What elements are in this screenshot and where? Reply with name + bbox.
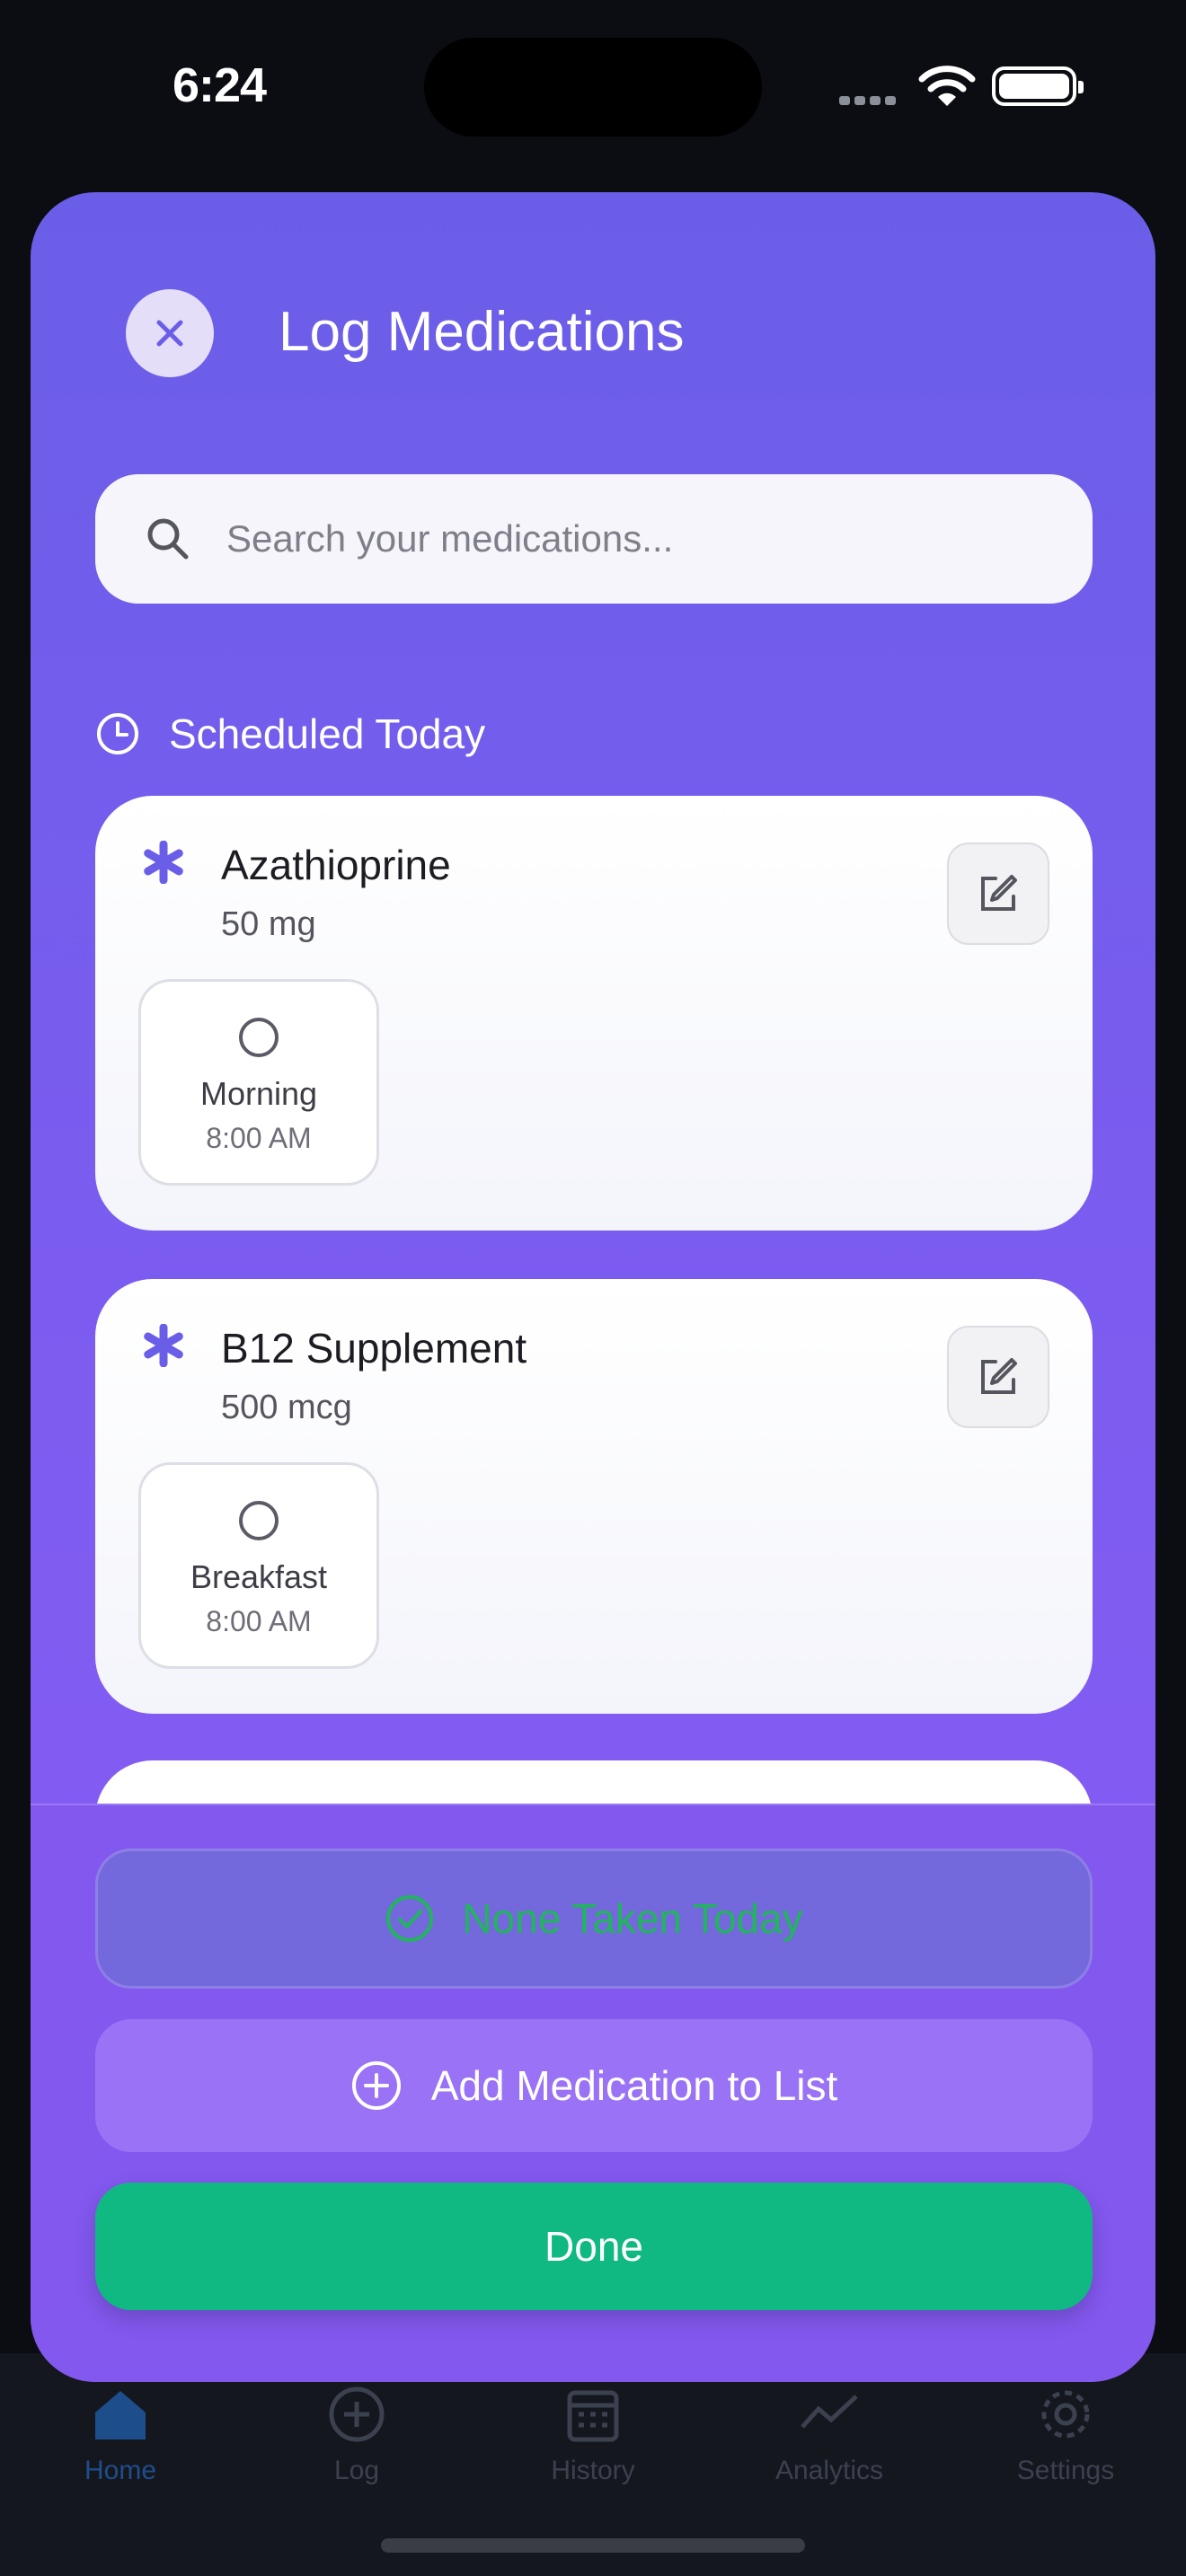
modal-title: Log Medications: [279, 301, 685, 363]
clock-icon: [97, 713, 138, 754]
edit-icon: [981, 1358, 1017, 1394]
medication-name: Azathioprine: [221, 842, 451, 888]
search-input[interactable]: [226, 517, 1035, 560]
untaken-radio-icon: [239, 1018, 279, 1057]
section-header: Scheduled Today: [95, 710, 485, 758]
wifi-icon: [918, 66, 976, 106]
button-label: None Taken Today: [462, 1895, 803, 1942]
cellular-signal-icon: [839, 93, 900, 110]
edit-icon: [981, 875, 1017, 911]
medical-asterisk-icon: [144, 1324, 183, 1367]
home-indicator: [381, 2538, 805, 2553]
battery-icon: [992, 66, 1084, 106]
status-time: 6:24: [173, 58, 267, 112]
plus-circle-icon: [351, 2061, 401, 2110]
search-bar: [95, 474, 1093, 604]
none-taken-today-button[interactable]: None Taken Today: [95, 1848, 1093, 1989]
search-icon: [147, 518, 189, 560]
dose-slot-morning[interactable]: Morning 8:00 AM: [138, 979, 379, 1186]
slot-time: 8:00 AM: [206, 1605, 312, 1637]
tab-home[interactable]: Home: [40, 2353, 201, 2576]
tab-label: Log: [333, 2456, 380, 2485]
section-title: Scheduled Today: [169, 710, 486, 757]
chart-line-icon: [801, 2395, 858, 2429]
gear-icon: [1041, 2390, 1090, 2439]
edit-medication-button[interactable]: [947, 842, 1049, 945]
edit-medication-button[interactable]: [947, 1326, 1049, 1428]
check-circle-icon: [386, 1895, 434, 1942]
close-icon: [156, 320, 183, 347]
tab-label: History: [551, 2456, 635, 2485]
dose-slot-breakfast[interactable]: Breakfast 8:00 AM: [138, 1462, 379, 1669]
button-label: Add Medication to List: [430, 2062, 838, 2109]
modal-footer: None Taken Today Add Medication to List …: [31, 1804, 1155, 2382]
close-button[interactable]: [126, 289, 214, 377]
dynamic-island: [424, 38, 762, 137]
medication-dose: 500 mcg: [221, 1389, 352, 1426]
plus-circle-icon: [329, 2386, 385, 2442]
done-button[interactable]: Done: [95, 2183, 1093, 2310]
add-medication-button[interactable]: Add Medication to List: [95, 2019, 1093, 2152]
log-medications-modal: Log Medications Scheduled Today Azathiop…: [31, 192, 1155, 2382]
button-label: Done: [544, 2223, 643, 2270]
tab-label: Settings: [1016, 2456, 1115, 2485]
medication-dose: 50 mg: [221, 905, 316, 943]
medication-card: B12 Supplement 500 mcg Breakfast 8:00 AM: [95, 1279, 1093, 1714]
medical-asterisk-icon: [144, 841, 183, 884]
untaken-radio-icon: [239, 1501, 279, 1540]
calendar-icon: [567, 2390, 619, 2442]
medication-card: Azathioprine 50 mg Morning 8:00 AM: [95, 796, 1093, 1231]
tab-label: Home: [84, 2456, 157, 2485]
tab-settings[interactable]: Settings: [985, 2353, 1146, 2576]
slot-time: 8:00 AM: [206, 1122, 312, 1154]
slot-label: Morning: [199, 1075, 318, 1112]
slot-label: Breakfast: [190, 1558, 328, 1595]
medication-name: B12 Supplement: [221, 1325, 527, 1372]
home-icon: [95, 2391, 146, 2439]
tab-label: Analytics: [774, 2456, 884, 2485]
